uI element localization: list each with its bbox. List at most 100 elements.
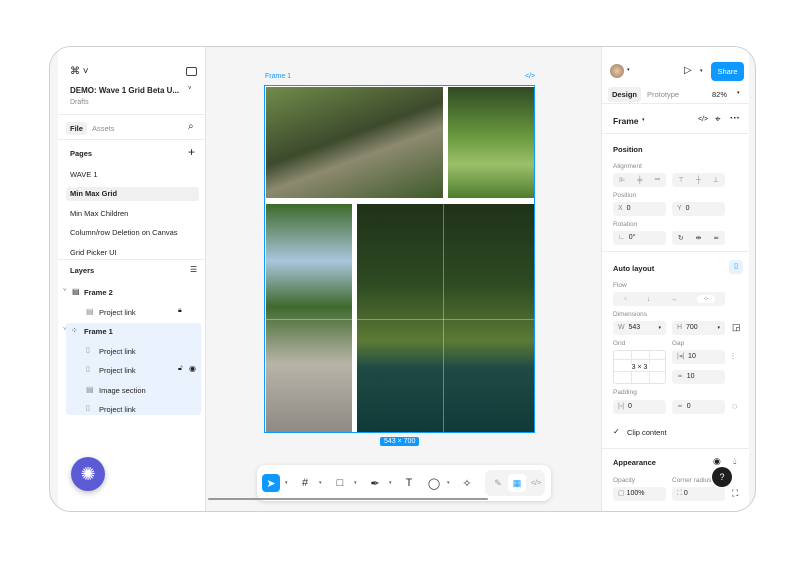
clip-content-label[interactable]: Clip content bbox=[627, 428, 667, 437]
tab-assets[interactable]: Assets bbox=[92, 124, 115, 133]
clip-content-checkbox[interactable]: ✓ bbox=[613, 427, 620, 436]
y-input[interactable]: Y 0 bbox=[672, 202, 725, 216]
flip-vertical-icon[interactable]: ≖ bbox=[713, 234, 719, 242]
lock-icon[interactable]: 🔒︎ bbox=[178, 307, 182, 315]
expand-caret-icon[interactable]: ˅ bbox=[63, 288, 67, 294]
more-icon[interactable]: ··· bbox=[730, 113, 740, 124]
align-top-icon[interactable]: ⊤ bbox=[678, 176, 684, 184]
width-input[interactable]: W 543▾ bbox=[613, 321, 666, 335]
code-icon[interactable]: </> bbox=[698, 116, 708, 123]
help-button[interactable]: ? bbox=[712, 467, 732, 487]
ai-assistant-button[interactable]: ✺ bbox=[71, 457, 105, 491]
frame-label[interactable]: Frame 1 bbox=[265, 73, 291, 80]
vertical-padding-input[interactable]: ≖ 0 bbox=[672, 400, 725, 414]
avatar[interactable] bbox=[610, 64, 624, 78]
drop-icon[interactable]: 💧︎ bbox=[733, 456, 737, 467]
align-left-icon[interactable]: ⊫ bbox=[619, 176, 625, 184]
unlock-icon[interactable]: 🔓︎ bbox=[178, 365, 183, 373]
align-bottom-icon[interactable]: ⊥ bbox=[713, 176, 719, 184]
zoom-level[interactable]: 82% bbox=[712, 90, 727, 99]
page-item[interactable]: Grid Picker UI bbox=[66, 246, 199, 260]
right-panel: ▾ ▷ ▾ Share Design Prototype 82% ▾ Frame… bbox=[601, 47, 749, 511]
transform-group[interactable]: ↻ ⇹ ≖ bbox=[672, 231, 725, 245]
alignment-settings-icon[interactable]: ⫶ bbox=[732, 352, 734, 362]
rectangle-tool-icon[interactable]: □ bbox=[331, 474, 349, 492]
add-page-icon[interactable]: + bbox=[188, 145, 195, 159]
page-item[interactable]: Min Max Children bbox=[66, 207, 199, 221]
auto-layout-toggle-icon[interactable]: ▯ bbox=[729, 260, 743, 274]
height-input[interactable]: H 700▾ bbox=[672, 321, 725, 335]
vertical-align-group[interactable]: ⊤ ┼ ⊥ bbox=[672, 173, 725, 187]
opacity-input[interactable]: ▢ 100% bbox=[613, 487, 666, 501]
column-gap-input[interactable]: |◂| 10 bbox=[672, 350, 725, 364]
image-building-garden[interactable] bbox=[266, 87, 443, 198]
pen-tool-icon[interactable]: ✒ bbox=[366, 474, 384, 492]
rotation-input[interactable]: ∟ 0° bbox=[613, 231, 666, 245]
design-mode-icon[interactable]: ▦ bbox=[508, 474, 526, 492]
image-garden-path[interactable] bbox=[266, 204, 352, 432]
align-right-icon[interactable]: ⫤ bbox=[655, 176, 660, 184]
flow-horizontal-icon[interactable]: → bbox=[670, 296, 677, 303]
layer-frame-2[interactable]: Frame 2 bbox=[84, 288, 113, 297]
layer-options-icon[interactable]: ☰ bbox=[190, 265, 197, 274]
flow-selector[interactable]: ⁖ ↓ → ⁘ bbox=[613, 292, 725, 306]
layer-item[interactable]: Project link bbox=[99, 366, 136, 375]
draw-mode-icon[interactable]: ✎ bbox=[489, 474, 507, 492]
dev-mode-icon[interactable]: </> bbox=[527, 474, 545, 492]
image-pool-garden[interactable] bbox=[357, 204, 534, 432]
horizontal-padding-input[interactable]: |▫| 0 bbox=[613, 400, 666, 414]
tab-file[interactable]: File bbox=[66, 122, 87, 135]
chevron-down-icon[interactable]: ▾ bbox=[627, 67, 630, 73]
text-tool-icon[interactable]: T bbox=[400, 474, 418, 492]
figma-menu-icon[interactable]: ⌘ ˅ bbox=[70, 66, 89, 77]
eye-icon[interactable]: ◉ bbox=[713, 456, 721, 467]
layer-item[interactable]: Project link bbox=[99, 308, 136, 317]
expand-caret-icon[interactable]: ˅ bbox=[63, 327, 67, 333]
sidebar-toggle-icon[interactable] bbox=[186, 67, 197, 76]
image-garden-fountain[interactable] bbox=[448, 87, 534, 198]
horizontal-align-group[interactable]: ⊫ ╪ ⫤ bbox=[613, 173, 666, 187]
file-location[interactable]: Drafts bbox=[70, 99, 89, 106]
layer-item[interactable]: Image section bbox=[99, 386, 146, 395]
comment-tool-icon[interactable]: ◯ bbox=[425, 474, 443, 492]
frame-type-label[interactable]: Frame bbox=[613, 116, 639, 126]
component-icon[interactable]: ⌖ bbox=[715, 114, 721, 125]
individual-padding-icon[interactable]: ◌ bbox=[732, 401, 737, 411]
frame-tool-icon[interactable]: # bbox=[296, 474, 314, 492]
flow-wrap-icon[interactable]: ⁖ bbox=[623, 295, 627, 303]
page-item-selected[interactable]: Min Max Grid bbox=[66, 187, 199, 201]
chevron-down-icon[interactable]: ▾ bbox=[700, 68, 703, 74]
layer-frame-1[interactable]: Frame 1 bbox=[84, 327, 113, 336]
flow-grid-icon[interactable]: ⁘ bbox=[697, 295, 715, 303]
ai-tool-icon[interactable]: ✧ bbox=[458, 474, 476, 492]
rotate-icon[interactable]: ↻ bbox=[678, 234, 684, 242]
tab-design[interactable]: Design bbox=[608, 87, 641, 102]
tab-prototype[interactable]: Prototype bbox=[647, 90, 679, 99]
resize-icon[interactable]: ◲ bbox=[732, 322, 741, 333]
grid-picker[interactable]: 3 × 3 bbox=[613, 350, 666, 384]
chevron-down-icon[interactable]: ▾ bbox=[737, 90, 740, 96]
search-icon[interactable]: ⌕ bbox=[188, 121, 194, 132]
align-middle-icon[interactable]: ┼ bbox=[696, 177, 701, 184]
present-icon[interactable]: ▷ bbox=[684, 65, 692, 76]
flip-horizontal-icon[interactable]: ⇹ bbox=[696, 234, 702, 242]
layer-item[interactable]: Project link bbox=[99, 347, 136, 356]
chevron-down-icon[interactable]: ▾ bbox=[642, 117, 645, 123]
layer-item[interactable]: Project link bbox=[99, 405, 136, 414]
independent-corners-icon[interactable]: ⛶ bbox=[732, 488, 738, 499]
code-icon[interactable]: </> bbox=[525, 73, 535, 80]
align-center-icon[interactable]: ╪ bbox=[637, 177, 642, 184]
file-title[interactable]: DEMO: Wave 1 Grid Beta U... bbox=[70, 86, 179, 95]
share-button[interactable]: Share bbox=[711, 62, 744, 81]
page-item[interactable]: Column/row Deletion on Canvas bbox=[66, 226, 199, 240]
horizontal-scrollbar[interactable] bbox=[208, 498, 488, 500]
eye-icon[interactable]: ◉ bbox=[189, 364, 196, 373]
row-gap-input[interactable]: ≖ 10 bbox=[672, 370, 725, 384]
corner-radius-input[interactable]: ⛶ 0 bbox=[672, 487, 725, 501]
frame-1-canvas[interactable] bbox=[264, 85, 535, 433]
x-input[interactable]: X 0 bbox=[613, 202, 666, 216]
chevron-down-icon[interactable]: ˅ bbox=[188, 86, 192, 92]
move-tool-icon[interactable]: ➤ bbox=[262, 474, 280, 492]
flow-vertical-icon[interactable]: ↓ bbox=[647, 296, 651, 303]
page-item[interactable]: WAVE 1 bbox=[66, 168, 199, 182]
